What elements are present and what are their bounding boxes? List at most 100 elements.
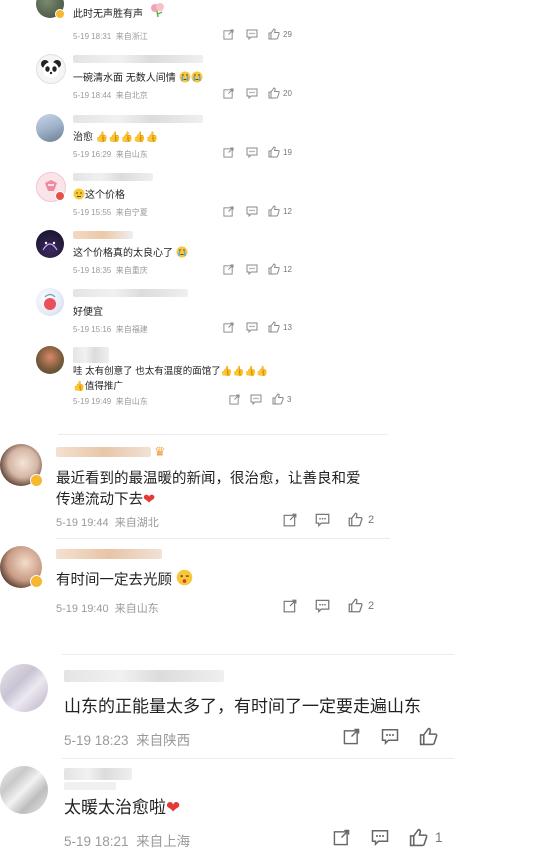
- reply-button[interactable]: [246, 147, 258, 158]
- username[interactable]: [64, 670, 224, 682]
- divider: [62, 654, 454, 655]
- thumbs-up-icon: [268, 28, 280, 40]
- comment-meta: 5-19 19:49 来自山东: [73, 396, 148, 407]
- username[interactable]: [73, 115, 203, 123]
- reply-button[interactable]: [246, 88, 258, 99]
- share-button[interactable]: [223, 147, 234, 158]
- comment-meta: 5-19 18:21 来自上海: [64, 830, 190, 850]
- avatar[interactable]: [36, 346, 64, 374]
- username[interactable]: [73, 55, 203, 63]
- divider: [62, 758, 454, 759]
- like-button[interactable]: 12: [268, 263, 292, 275]
- username[interactable]: [56, 549, 162, 559]
- share-button[interactable]: [343, 728, 360, 745]
- avatar[interactable]: [36, 288, 64, 316]
- share-icon: [223, 88, 234, 99]
- verified-badge: [55, 191, 65, 201]
- thumbs-up-icon: [409, 828, 428, 847]
- reply-button[interactable]: [246, 29, 258, 40]
- reply-button[interactable]: [246, 206, 258, 217]
- reply-button[interactable]: [250, 394, 262, 405]
- like-button[interactable]: 19: [268, 146, 292, 158]
- like-button[interactable]: 2: [348, 598, 374, 613]
- comment-text: 太暖太治愈啦❤: [64, 798, 181, 817]
- username[interactable]: [73, 289, 188, 297]
- share-button[interactable]: [223, 29, 234, 40]
- like-button[interactable]: 29: [268, 28, 292, 40]
- comment-location: 来自湖北: [114, 517, 159, 529]
- share-button[interactable]: [229, 394, 240, 405]
- comment-meta: 5-19 19:44 来自湖北: [56, 514, 159, 530]
- comment-location: 来自浙江: [115, 32, 148, 41]
- username[interactable]: [73, 173, 153, 181]
- comment-item: 此时无声胜有声 5-19 18:31 来自浙江 29: [0, 0, 552, 48]
- like-button[interactable]: [419, 727, 443, 746]
- crying-emoji-icon: [176, 246, 188, 261]
- comment-item: 治愈 👍👍👍👍👍 5-19 16:29 来自山东 19: [0, 108, 552, 166]
- like-count: 20: [283, 88, 292, 98]
- share-icon: [333, 829, 350, 846]
- verified-badge: [55, 9, 65, 19]
- share-button[interactable]: [223, 264, 234, 275]
- avatar[interactable]: [36, 230, 64, 258]
- comment-location: 来自北京: [115, 91, 148, 100]
- comment-icon: [246, 29, 258, 40]
- share-button[interactable]: [333, 829, 350, 846]
- like-button[interactable]: 1: [409, 828, 443, 847]
- like-button[interactable]: 2: [348, 512, 374, 527]
- comment-meta: 5-19 18:31 来自浙江: [73, 31, 148, 42]
- sweat-emoji-icon: [73, 188, 85, 203]
- thumbs-up-icon: [268, 205, 280, 217]
- comment-location: 来自山东: [114, 603, 159, 615]
- comment-icon: [246, 88, 258, 99]
- like-button[interactable]: 13: [268, 321, 292, 333]
- comment-icon: [246, 147, 258, 158]
- like-count: 2: [368, 599, 375, 612]
- thumbs-up-emoji-icon: 👍👍👍👍: [220, 366, 269, 377]
- share-button[interactable]: [223, 322, 234, 333]
- reply-button[interactable]: [246, 322, 258, 333]
- share-button[interactable]: [223, 88, 234, 99]
- share-button[interactable]: [283, 513, 297, 527]
- comment-icon: [371, 830, 389, 846]
- share-button[interactable]: [283, 599, 297, 613]
- like-count: 13: [283, 322, 292, 332]
- reply-button[interactable]: [315, 599, 330, 613]
- share-button[interactable]: [223, 206, 234, 217]
- like-button[interactable]: 12: [268, 205, 292, 217]
- avatar[interactable]: [0, 766, 48, 814]
- comment-meta: 5-19 18:35 来自重庆: [73, 265, 148, 276]
- like-button[interactable]: 20: [268, 87, 292, 99]
- username[interactable]: [56, 447, 151, 457]
- comment-text: 最近看到的最温暖的新闻，很治愈，让善良和爱 传递流动下去❤: [56, 471, 361, 508]
- avatar[interactable]: [0, 664, 48, 712]
- comment-text: 这个价格真的太良心了: [73, 244, 188, 261]
- reply-button[interactable]: [381, 728, 399, 745]
- comment-time: 5-19 18:21: [64, 834, 129, 849]
- share-icon: [343, 728, 360, 745]
- avatar[interactable]: [36, 114, 64, 142]
- reply-button[interactable]: [371, 829, 389, 846]
- reply-button[interactable]: [315, 513, 330, 527]
- share-icon: [223, 264, 234, 275]
- reply-button[interactable]: [246, 264, 258, 275]
- share-icon: [223, 322, 234, 333]
- username[interactable]: [64, 768, 132, 780]
- comment-meta: 5-19 18:23 来自陕西: [64, 729, 190, 749]
- comment-location: 来自重庆: [115, 266, 148, 275]
- username[interactable]: [73, 231, 133, 239]
- username[interactable]: [73, 347, 109, 363]
- thumbs-up-icon: [268, 146, 280, 158]
- avatar[interactable]: [36, 54, 66, 84]
- comment-meta: 5-19 15:16 来自福建: [73, 324, 148, 335]
- username: [64, 782, 116, 790]
- comment-location: 来自陕西: [136, 733, 191, 748]
- like-button[interactable]: 3: [272, 393, 291, 405]
- like-count: 1: [435, 830, 443, 845]
- comment-location: 来自上海: [136, 834, 191, 849]
- comment-icon: [246, 322, 258, 333]
- comment-item: 一碗清水面 无数人间情 5-19 18:44 来自北京 20: [0, 48, 552, 108]
- comment-time: 5-19 16:29: [73, 150, 112, 159]
- thumbs-up-emoji-icon: 👍👍👍👍👍: [95, 132, 159, 143]
- comment-time: 5-19 18:23: [64, 733, 129, 748]
